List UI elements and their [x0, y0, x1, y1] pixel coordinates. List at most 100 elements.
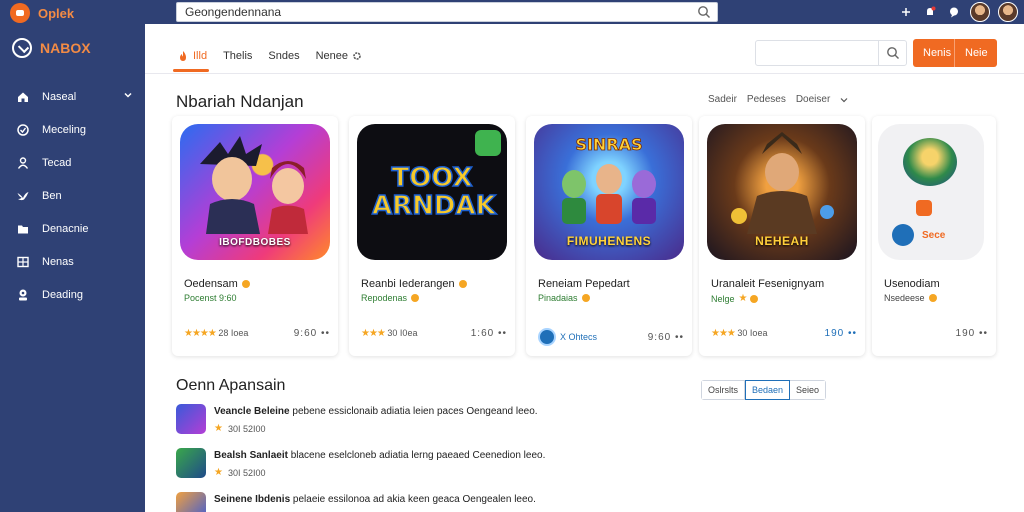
search-icon[interactable]: [878, 41, 906, 65]
tab-sndes[interactable]: Sndes: [268, 46, 299, 66]
rating-stars: ★★★★: [184, 328, 217, 339]
sidebar-item-meceling[interactable]: Meceling: [0, 113, 145, 146]
card-subtitle-text: Nelge: [711, 293, 735, 304]
card-menu-button[interactable]: 1:60 ••: [471, 328, 507, 339]
sidebar-brand[interactable]: NABOX: [12, 38, 91, 58]
card-rating: ★★★★ 28 Ioea: [184, 328, 248, 339]
list-item-text: Seinene Ibdenis pelaeie essilonoa ad aki…: [214, 494, 536, 505]
game-cover-image[interactable]: Sece: [878, 124, 984, 260]
cover-title: NEHEAH: [755, 234, 809, 248]
nenis-button[interactable]: Nenis: [913, 39, 955, 67]
sort-option[interactable]: Doeiser: [796, 94, 830, 105]
sidebar-item-label: Nenas: [42, 255, 74, 268]
badge-icon: [750, 294, 759, 303]
tab-illd[interactable]: Illd: [172, 46, 210, 72]
sidebar-item-label: Naseal: [42, 90, 77, 103]
sidebar-item-deading[interactable]: Deading: [0, 278, 145, 311]
sort-option[interactable]: Sadeir: [708, 94, 737, 105]
chevron-down-icon[interactable]: [840, 96, 848, 104]
card-menu-button[interactable]: 9:60 ••: [648, 332, 684, 343]
list-item[interactable]: Bealsh Sanlaeit blacene eselcloneb adiat…: [176, 446, 696, 490]
list-item-text: Veancle Beleine pebene essiclonaib adiat…: [214, 406, 538, 417]
list-thumbnail: [176, 492, 206, 512]
tab-thelis[interactable]: Thelis: [223, 46, 252, 66]
brand[interactable]: Oplek: [10, 3, 74, 23]
filter-button-active[interactable]: Bedaen: [745, 380, 791, 400]
chevron-down-icon[interactable]: [123, 90, 133, 100]
card-title[interactable]: Usenodiam: [884, 278, 940, 290]
top-search-input[interactable]: [177, 3, 677, 21]
card-rating: ★★★ 30 I0ea: [361, 328, 417, 339]
card-title[interactable]: Reanbi Iederangen: [361, 278, 467, 290]
list-item[interactable]: Seinene Ibdenis pelaeie essilonoa ad aki…: [176, 490, 696, 512]
card-subtitle: Repodenas: [361, 293, 420, 303]
card-footer: X Ohtecs 9:60 ••: [538, 328, 684, 346]
game-cover-image[interactable]: TOOX ARNDAK: [357, 124, 507, 260]
game-cover-image[interactable]: NEHEAH: [707, 124, 857, 260]
review-list: Veancle Beleine pebene essiclonaib adiat…: [176, 402, 696, 512]
badge-icon: [581, 294, 590, 302]
tab-nenee[interactable]: Nenee: [316, 46, 362, 66]
sidebar-item-naseal[interactable]: Naseal: [0, 80, 145, 113]
game-card[interactable]: SINRAS FIMUHENENS Reneiam Pepedart Pinad…: [526, 116, 692, 356]
avatar[interactable]: [970, 2, 990, 22]
game-cards: IBOFDBOBES Oedensam Pocenst 9:60 ★★★★ 28…: [172, 116, 996, 356]
filter-button[interactable]: Oslrslts: [702, 381, 745, 399]
game-cover-image[interactable]: IBOFDBOBES: [180, 124, 330, 260]
neie-button[interactable]: Neie: [955, 39, 997, 67]
card-menu-button[interactable]: 190 ••: [825, 328, 857, 339]
list-thumbnail: [176, 404, 206, 434]
sidebar-item-tecad[interactable]: Tecad: [0, 146, 145, 179]
chat-icon[interactable]: [946, 4, 962, 20]
sidebar-item-denacnie[interactable]: Denacnie: [0, 212, 145, 245]
sidebar-item-label: Denacnie: [42, 222, 89, 235]
card-subtitle: Pinadaias: [538, 293, 590, 303]
publisher-logo-icon: [538, 328, 556, 346]
cover-title: IBOFDBOBES: [219, 237, 291, 248]
check-circle-icon: [12, 38, 32, 58]
list-item-title: Bealsh Sanlaeit: [214, 450, 288, 461]
pin-icon[interactable]: [898, 4, 914, 20]
card-footer: 190 ••: [884, 328, 988, 339]
search-icon[interactable]: [697, 5, 711, 24]
list-item-body: pelaeie essilonoa ad akia keen geaca Oen…: [292, 494, 536, 505]
game-card[interactable]: IBOFDBOBES Oedensam Pocenst 9:60 ★★★★ 28…: [172, 116, 338, 356]
main-search-input[interactable]: [756, 41, 876, 65]
card-footer: ★★★ 30 I0ea 1:60 ••: [361, 328, 507, 339]
star-icon: ★: [738, 293, 748, 304]
people-icon: [17, 156, 29, 169]
list-item-body: blacene eselcloneb adiatia lerng paeaed …: [290, 450, 546, 461]
card-menu-button[interactable]: 190 ••: [956, 328, 988, 339]
badge-icon: [928, 294, 937, 302]
sidebar-item-ben[interactable]: Ben: [0, 179, 145, 212]
corner-badge-icon: [475, 130, 501, 156]
list-item[interactable]: Veancle Beleine pebene essiclonaib adiat…: [176, 402, 696, 446]
game-card[interactable]: NEHEAH Uranaleit Fesenignyam Nelge ★ ★★★ …: [699, 116, 865, 356]
card-title[interactable]: Oedensam: [184, 278, 250, 290]
tab-label: Illd: [193, 50, 208, 62]
gear-icon[interactable]: [352, 51, 362, 61]
card-title[interactable]: Uranaleit Fesenignyam: [711, 278, 824, 290]
star-icon: ★: [214, 467, 223, 478]
card-title[interactable]: Reneiam Pepedart: [538, 278, 630, 290]
filter-button[interactable]: Seieo: [790, 381, 826, 399]
top-search-box[interactable]: [176, 2, 718, 22]
game-card[interactable]: TOOX ARNDAK Reanbi Iederangen Repodenas …: [349, 116, 515, 356]
card-footer: ★★★★ 28 Ioea 9:60 ••: [184, 328, 330, 339]
sidebar-brand-name: NABOX: [40, 40, 91, 56]
list-thumbnail: [176, 448, 206, 478]
game-card[interactable]: Sece Usenodiam Nsedeese 190 ••: [872, 116, 996, 356]
avatar[interactable]: [998, 2, 1018, 22]
filter-segmented-control: Oslrslts Bedaen Seieo: [701, 380, 827, 400]
card-menu-button[interactable]: 9:60 ••: [294, 328, 330, 339]
game-cover-image[interactable]: SINRAS FIMUHENENS: [534, 124, 684, 260]
card-rating: ★★★ 30 Ioea: [711, 328, 767, 339]
sort-option[interactable]: Pedeses: [747, 94, 786, 105]
bell-icon[interactable]: [922, 4, 938, 20]
house-icon: [18, 92, 28, 102]
circle-check-icon: [17, 123, 29, 136]
sidebar-item-nenas[interactable]: Nenas: [0, 245, 145, 278]
main-search-box[interactable]: [755, 40, 907, 66]
mini-logo-icon: [916, 200, 932, 216]
rating-stars: ★★★: [711, 328, 736, 339]
